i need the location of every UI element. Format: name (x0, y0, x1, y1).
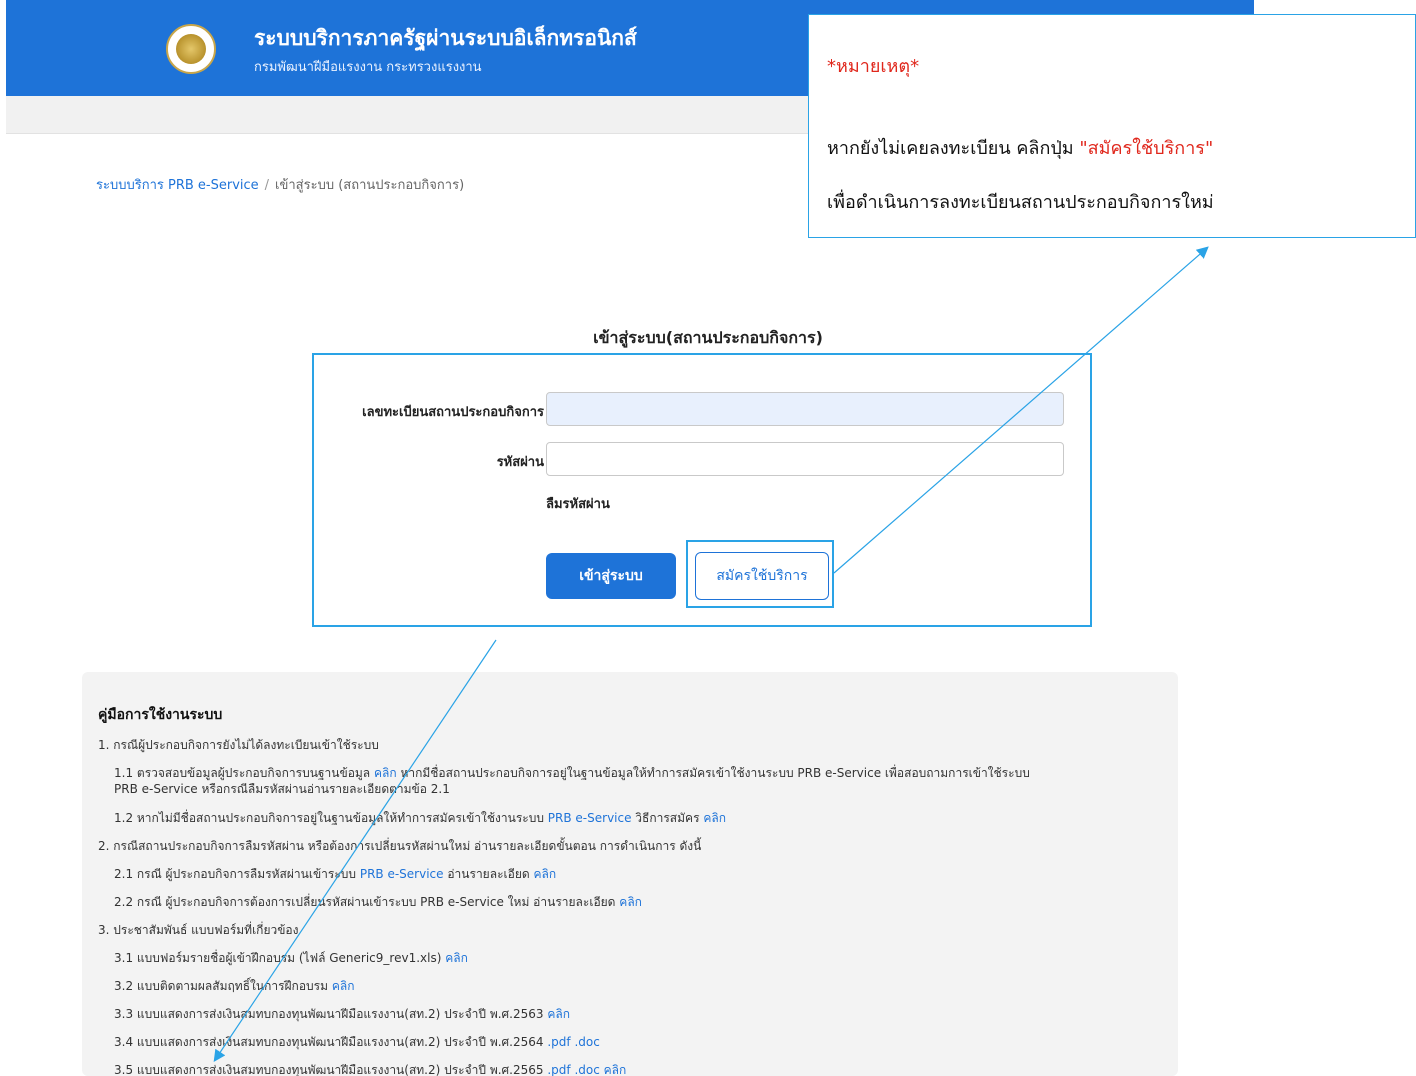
manual-item: 1.2 หากไม่มีชื่อสถานประกอบกิจการอยู่ในฐา… (114, 811, 726, 825)
breadcrumb: ระบบบริการ PRB e-Service / เข้าสู่ระบบ (สถ… (96, 174, 464, 195)
manual-item: 3. ประชาสัมพันธ์ แบบฟอร์มที่เกี่ยวข้อง (98, 923, 299, 937)
username-label: เลขทะเบียนสถานประกอบกิจการ (362, 405, 544, 420)
manual-item: 2.2 กรณี ผู้ประกอบกิจการต้องการเปลี่ยนรห… (114, 895, 642, 909)
user-manual-panel: คู่มือการใช้งานระบบ 1. กรณีผู้ประกอบกิจก… (82, 672, 1178, 1076)
forgot-password-link[interactable]: ลืมรหัสผ่าน (546, 493, 610, 514)
registration-number-input[interactable] (546, 392, 1064, 426)
password-label: รหัสผ่าน (496, 455, 544, 470)
manual-item: 2.1 กรณี ผู้ประกอบกิจการลืมรหัสผ่านเข้าร… (114, 867, 557, 881)
login-button[interactable]: เข้าสู่ระบบ (546, 553, 676, 599)
manual-item: 3.2 แบบติดตามผลสัมฤทธิ์ในการฝึกอบรม คลิก (114, 979, 355, 993)
manual-item: 2. กรณีสถานประกอบกิจการลืมรหัสผ่าน หรือต… (98, 839, 702, 853)
manual-link[interactable]: .doc (574, 1063, 599, 1076)
manual-link[interactable]: .doc (574, 1035, 599, 1049)
manual-item: PRB e-Service หรือกรณีลืมรหัสผ่านอ่านราย… (114, 782, 450, 796)
manual-item: 3.5 แบบแสดงการส่งเงินสมทบกองทุนพัฒนาฝีมื… (114, 1063, 627, 1076)
manual-item: 3.4 แบบแสดงการส่งเงินสมทบกองทุนพัฒนาฝีมื… (114, 1035, 600, 1049)
app-subtitle: กรมพัฒนาฝีมือแรงงาน กระทรวงแรงงาน (254, 60, 482, 75)
manual-link[interactable]: PRB e-Service (548, 811, 632, 825)
government-seal-logo (166, 24, 216, 74)
manual-item: 3.1 แบบฟอร์มรายชื่อผู้เข้าฝึกอบรม (ไฟล์ … (114, 951, 468, 965)
password-input[interactable] (546, 442, 1064, 476)
manual-item: 1. กรณีผู้ประกอบกิจการยังไม่ได้ลงทะเบียน… (98, 738, 379, 752)
app-title: ระบบบริการภาครัฐผ่านระบบอิเล็กทรอนิกส์ (254, 26, 637, 50)
breadcrumb-current: เข้าสู่ระบบ (สถานประกอบกิจการ) (275, 178, 465, 193)
note-line-1: หากยังไม่เคยลงทะเบียน คลิกปุ่ม "สมัครใช้… (827, 138, 1214, 159)
note-highlight: "สมัครใช้บริการ" (1079, 138, 1214, 159)
manual-link[interactable]: คลิก (374, 766, 397, 780)
note-line-2: เพื่อดำเนินการลงทะเบียนสถานประกอบกิจการใ… (827, 192, 1214, 213)
manual-link[interactable]: .pdf (547, 1063, 570, 1076)
manual-link[interactable]: .pdf (547, 1035, 570, 1049)
manual-link[interactable]: คลิก (533, 867, 556, 881)
login-form: เลขทะเบียนสถานประกอบกิจการ รหัสผ่าน ลืมร… (312, 353, 1092, 627)
manual-link[interactable]: คลิก (604, 1063, 627, 1076)
manual-link[interactable]: คลิก (703, 811, 726, 825)
breadcrumb-separator: / (264, 178, 270, 193)
login-heading: เข้าสู่ระบบ(สถานประกอบกิจการ) (593, 328, 823, 347)
annotation-note-box: *หมายเหตุ* หากยังไม่เคยลงทะเบียน คลิกปุ่… (808, 14, 1416, 238)
manual-link[interactable]: คลิก (332, 979, 355, 993)
manual-title: คู่มือการใช้งานระบบ (98, 707, 223, 723)
manual-link[interactable]: คลิก (445, 951, 468, 965)
breadcrumb-home-link[interactable]: ระบบบริการ PRB e-Service (96, 178, 259, 193)
manual-link[interactable]: PRB e-Service (360, 867, 444, 881)
manual-link[interactable]: คลิก (547, 1007, 570, 1021)
manual-link[interactable]: คลิก (619, 895, 642, 909)
register-button[interactable]: สมัครใช้บริการ (695, 552, 829, 600)
note-title: *หมายเหตุ* (827, 56, 920, 77)
manual-item: 3.3 แบบแสดงการส่งเงินสมทบกองทุนพัฒนาฝีมื… (114, 1007, 570, 1021)
